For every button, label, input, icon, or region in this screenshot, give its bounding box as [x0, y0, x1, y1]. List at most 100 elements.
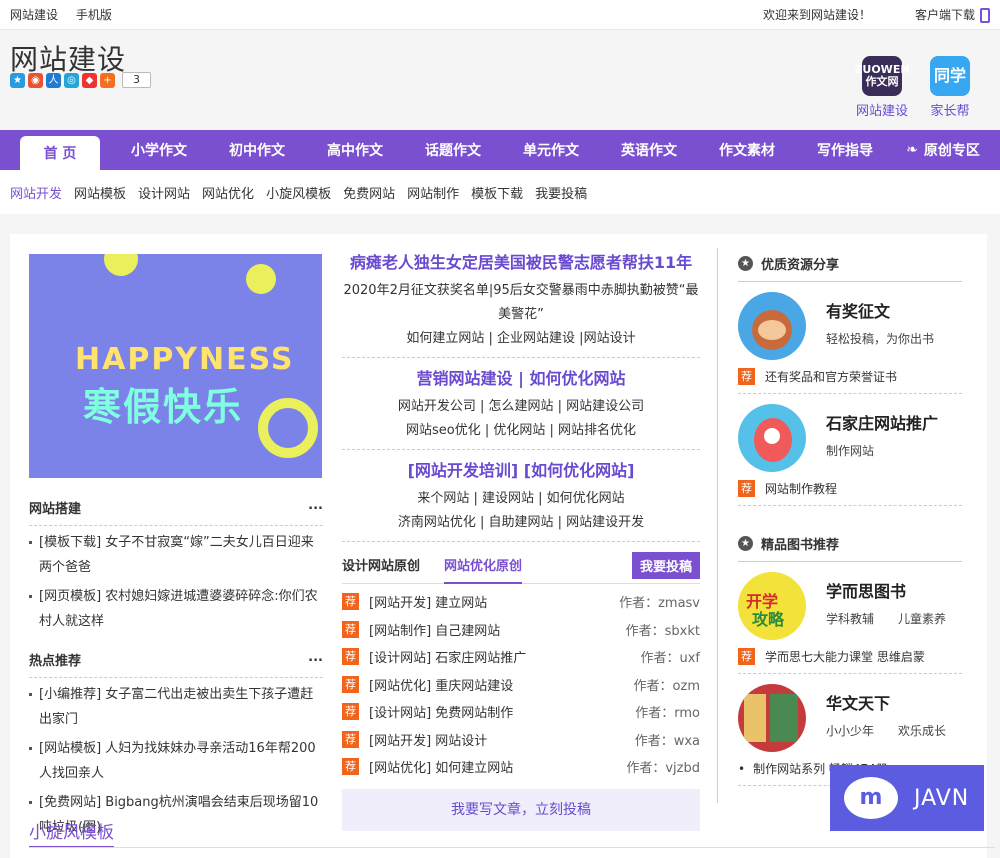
recommend-tag: 荐 — [342, 620, 359, 638]
nav-topic[interactable]: 话题作文 — [404, 130, 502, 170]
headline-links[interactable]: 来个网站 | 建设网站 | 如何优化网站 — [342, 487, 700, 511]
subnav-item[interactable]: 我要投稿 — [535, 183, 587, 202]
nav-junior[interactable]: 初中作文 — [208, 130, 306, 170]
recommend-tag: 荐 — [342, 675, 359, 693]
app-zuowen[interactable]: ZUOWEN 作文网 网站建设 — [854, 56, 910, 119]
article-title[interactable]: [网站开发] 网站设计 — [369, 730, 635, 749]
nav-primary[interactable]: 小学作文 — [110, 130, 208, 170]
book-item[interactable]: 开学 攻略 学而思图书 学科教辅 儿童素养 — [738, 572, 962, 640]
resource-note[interactable]: 荐网站制作教程 — [738, 480, 962, 506]
tab-optimize-original[interactable]: 网站优化原创 — [444, 556, 523, 584]
banner-dot — [104, 254, 138, 276]
javn-badge[interactable]: m JAVN — [830, 765, 984, 831]
section-title: 优质资源分享 — [761, 258, 840, 273]
headline-links[interactable]: 网站seo优化 | 优化网站 | 网站排名优化 — [342, 419, 700, 443]
headline-links[interactable]: 如何建立网站 | 企业网站建设 |网站设计 — [342, 327, 700, 351]
article-title[interactable]: [网站开发] 建立网站 — [369, 592, 619, 611]
article-row[interactable]: 荐 [网站开发] 建立网站 作者：zmasv — [342, 588, 700, 616]
bottom-section-title[interactable]: 小旋风模板 — [29, 818, 114, 848]
more-link[interactable]: ... — [308, 650, 323, 669]
article-author: 作者：zmasv — [619, 596, 700, 612]
client-download-link[interactable]: 客户端下载 — [893, 6, 990, 23]
article-title[interactable]: [网站优化] 如何建立网站 — [369, 757, 626, 776]
tab-design-original[interactable]: 设计网站原创 — [342, 556, 420, 584]
article-author: 作者：uxf — [640, 651, 700, 667]
subnav-item[interactable]: 网站优化 — [202, 183, 254, 202]
article-row[interactable]: 荐 [设计网站] 免费网站制作 作者：rmo — [342, 698, 700, 726]
resource-item[interactable]: 石家庄网站推广 制作网站 — [738, 404, 962, 472]
headline-links[interactable]: 2020年2月征文获奖名单|95后女交警暴雨中赤脚执勤被赞“最美警花” — [342, 279, 700, 327]
subnav-item[interactable]: 免费网站 — [343, 183, 395, 202]
subnav-item[interactable]: 网站模板 — [74, 183, 126, 202]
subnav-item[interactable]: 设计网站 — [138, 183, 190, 202]
resource-name[interactable]: 有奖征文 — [826, 298, 934, 322]
monster-avatar — [738, 404, 806, 472]
book-item[interactable]: 华文天下 小小少年 欢乐成长 — [738, 684, 962, 752]
recommend-tag: 荐 — [342, 758, 359, 776]
article-author: 作者：sbxkt — [625, 623, 700, 639]
article-author: 作者：wxa — [634, 733, 700, 749]
recommend-tag: 荐 — [342, 648, 359, 666]
article-row[interactable]: 荐 [设计网站] 石家庄网站推广 作者：uxf — [342, 643, 700, 671]
app-tongxue[interactable]: 同学 家长帮 — [930, 56, 970, 119]
list-item[interactable]: [网站模板] 人妇为找妹妹办寻亲活动16年帮200人找回亲人 — [29, 736, 323, 786]
app-label: 家长帮 — [930, 104, 970, 119]
headline[interactable]: 病瘫老人独生女定居美国被民警志愿者帮扶11年 — [342, 250, 700, 276]
more-link[interactable]: ... — [308, 498, 323, 517]
article-title[interactable]: [设计网站] 石家庄网站推广 — [369, 647, 640, 666]
share-bar: ★ ◉ 人 ◎ ◆ + 3 — [10, 72, 151, 88]
book-name[interactable]: 学而思图书 — [826, 578, 946, 602]
nav-guide[interactable]: 写作指导 — [796, 130, 894, 170]
nav-home[interactable]: 首 页 — [20, 136, 100, 170]
column-divider — [717, 248, 718, 803]
article-row[interactable]: 荐 [网站制作] 自己建网站 作者：sbxkt — [342, 616, 700, 644]
nav-unit[interactable]: 单元作文 — [502, 130, 600, 170]
list-item[interactable]: [网页模板] 农村媳妇嫁进城遭婆婆碎碎念:你们农村人就这样 — [29, 584, 323, 634]
article-title[interactable]: [网站制作] 自己建网站 — [369, 620, 626, 639]
nav-material[interactable]: 作文素材 — [698, 130, 796, 170]
banner-title: HAPPYNESS — [75, 342, 295, 377]
nav-english[interactable]: 英语作文 — [600, 130, 698, 170]
section-header-books: ★ 精品图书推荐 — [738, 534, 962, 562]
tongxue-app-icon: 同学 — [930, 56, 970, 96]
more-share-icon[interactable]: + — [100, 72, 115, 88]
nav-senior[interactable]: 高中作文 — [306, 130, 404, 170]
holiday-banner[interactable]: HAPPYNESS 寒假快乐 — [29, 254, 322, 478]
headline-links[interactable]: 济南网站优化 | 自助建网站 | 网站建设开发 — [342, 511, 700, 535]
headline-links[interactable]: 网站开发公司 | 怎么建网站 | 网站建设公司 — [342, 395, 700, 419]
submit-button[interactable]: 我要投稿 — [631, 552, 700, 579]
article-title[interactable]: [设计网站] 免费网站制作 — [369, 702, 635, 721]
write-article-button[interactable]: 我要写文章，立刻投稿 — [342, 788, 700, 831]
subnav-item[interactable]: 模板下载 — [471, 183, 523, 202]
resource-note[interactable]: 荐还有奖品和官方荣誉证书 — [738, 368, 962, 394]
section-title: 热点推荐 — [29, 654, 82, 669]
nav-original[interactable]: ❧ 原创专区 — [894, 130, 992, 170]
list-item[interactable]: [小编推荐] 女子富二代出走被出卖生下孩子遭赶出家门 — [29, 682, 323, 732]
subnav-item[interactable]: 小旋风模板 — [266, 183, 331, 202]
article-row[interactable]: 荐 [网站优化] 如何建立网站 作者：vjzbd — [342, 753, 700, 781]
weibo-icon[interactable]: ◉ — [28, 72, 43, 88]
article-row[interactable]: 荐 [网站开发] 网站设计 作者：wxa — [342, 726, 700, 754]
article-row[interactable]: 荐 [网站优化] 重庆网站建设 作者：ozm — [342, 671, 700, 699]
bullet-icon: • — [738, 761, 746, 776]
resource-item[interactable]: 有奖征文 轻松投稿，为你出书 — [738, 292, 962, 360]
top-link-mobile[interactable]: 手机版 — [76, 8, 112, 22]
article-title[interactable]: [网站优化] 重庆网站建设 — [369, 675, 634, 694]
note-text: 网站制作教程 — [765, 482, 838, 496]
banner-ring — [258, 398, 318, 458]
renren-icon[interactable]: 人 — [46, 72, 61, 88]
subnav-item[interactable]: 网站开发 — [10, 183, 62, 202]
top-link-site[interactable]: 网站建设 — [10, 8, 58, 22]
book-note[interactable]: 荐学而思七大能力课堂 思维启蒙 — [738, 648, 962, 674]
headline[interactable]: [网站开发培训] [如何优化网站] — [342, 458, 700, 484]
article-author: 作者：vjzbd — [626, 761, 700, 777]
qzone-icon[interactable]: ★ — [10, 72, 25, 88]
headline[interactable]: 营销网站建设 | 如何优化网站 — [342, 366, 700, 392]
list-item[interactable]: [模板下载] 女子不甘寂寞“嫁”二夫女儿百日迎来两个爸爸 — [29, 530, 323, 580]
tqq-icon[interactable]: ◎ — [64, 72, 79, 88]
nav-original-label: 原创专区 — [923, 143, 980, 159]
resource-name[interactable]: 石家庄网站推广 — [826, 410, 938, 434]
baidu-icon[interactable]: ◆ — [82, 72, 97, 88]
book-name[interactable]: 华文天下 — [826, 690, 946, 714]
subnav-item[interactable]: 网站制作 — [407, 183, 459, 202]
